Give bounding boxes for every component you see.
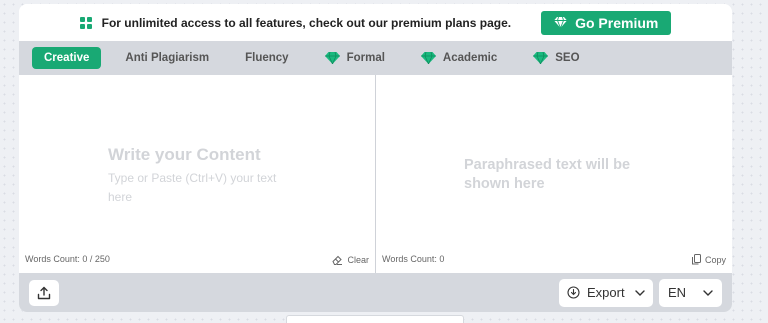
tab-label: Fluency [245,52,289,64]
go-premium-label: Go Premium [575,14,659,31]
tab-academic[interactable]: Academic [409,47,509,69]
copy-icon [691,254,701,265]
language-dropdown[interactable]: EN [659,278,722,307]
chevron-down-icon [703,289,713,296]
tab-label: Academic [442,52,498,64]
input-word-count: Words Count: 0 / 250 [25,254,110,264]
export-label: Export [587,285,625,300]
input-pane[interactable]: Write your Content Type or Paste (Ctrl+V… [19,75,376,273]
output-placeholder: Paraphrased text will be shown here [464,157,631,192]
copy-button[interactable]: Copy [691,254,726,265]
paraphraser-card: For unlimited access to all features, ch… [19,4,732,312]
upload-button[interactable] [29,279,59,306]
export-dropdown[interactable]: Export [559,278,653,307]
clear-label: Clear [347,255,369,265]
tab-seo[interactable]: SEO [521,47,591,69]
tab-label: Formal [346,52,385,64]
output-word-count: Words Count: 0 [382,254,445,264]
input-placeholder-sub: Type or Paste (Ctrl+V) your text here [108,171,277,204]
mode-tabs: Creative Anti Plagiarism Fluency Formal … [19,41,732,75]
export-language-controls: Export EN [559,278,722,307]
tab-creative[interactable]: Creative [32,47,102,69]
partial-panel-below [286,315,464,323]
diamond-icon [324,52,340,64]
tab-anti-plagiarism[interactable]: Anti Plagiarism [113,47,221,69]
chevron-down-icon [634,289,645,296]
text-panes: Write your Content Type or Paste (Ctrl+V… [19,75,732,273]
upload-icon [37,286,51,299]
tab-label: Anti Plagiarism [125,52,210,64]
input-placeholder-title: Write your Content [108,145,261,164]
diamond-icon [554,17,568,28]
grid-icon [79,16,92,29]
bottom-toolbar: Export EN [19,273,732,312]
tab-label: SEO [555,52,580,64]
copy-label: Copy [704,254,726,265]
go-premium-button[interactable]: Go Premium [541,10,672,35]
tab-label: Creative [44,52,90,64]
language-label: EN [668,285,687,300]
diamond-icon [420,52,436,64]
eraser-icon [332,255,343,265]
download-circle-icon [567,286,580,299]
promo-text: For unlimited access to all features, ch… [101,15,512,30]
tab-fluency[interactable]: Fluency [233,47,300,69]
tab-formal[interactable]: Formal [313,47,397,69]
premium-banner: For unlimited access to all features, ch… [19,4,732,41]
output-pane: Paraphrased text will be shown here Word… [376,75,732,273]
diamond-icon [533,52,549,64]
clear-button[interactable]: Clear [332,255,369,265]
